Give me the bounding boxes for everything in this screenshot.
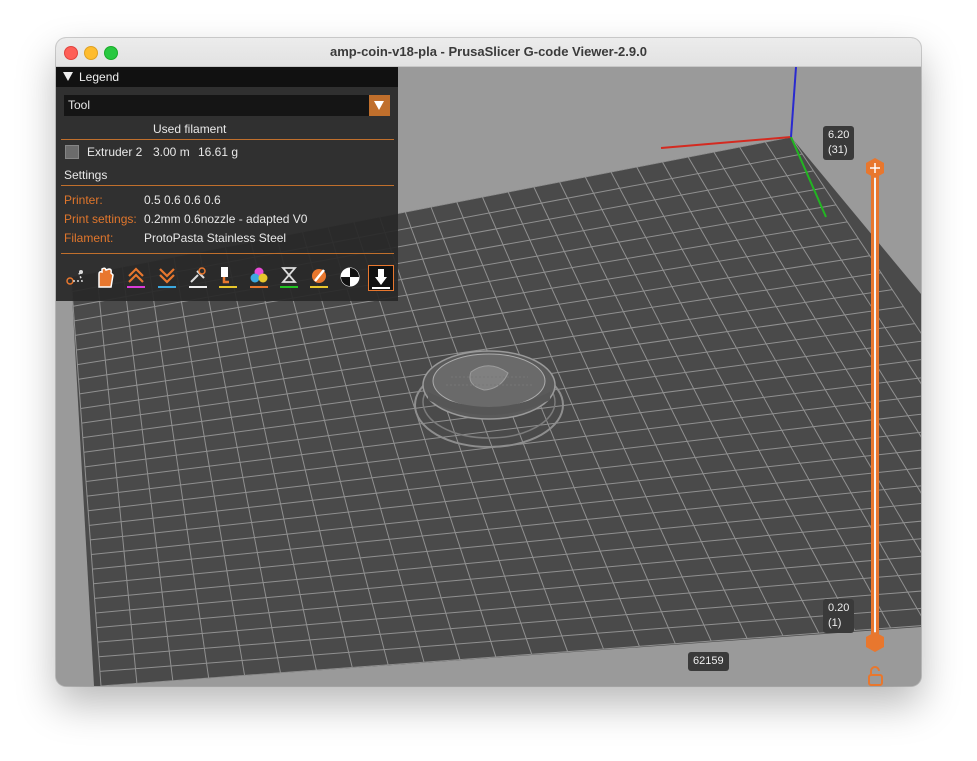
pause-prints-icon[interactable]	[277, 265, 301, 289]
title-bar: amp-coin-v18-pla - PrusaSlicer G-code Vi…	[56, 38, 921, 67]
shells-toggle-icon[interactable]	[93, 265, 117, 289]
color-changes-icon[interactable]	[247, 265, 271, 289]
filament-key: Filament:	[64, 231, 114, 245]
extruder-length: 3.00 m	[153, 145, 190, 159]
collapse-triangle-icon[interactable]	[63, 72, 73, 81]
legend-panel: Legend Tool Used filament Extruder 2 3.0…	[56, 67, 398, 301]
layer-bottom-height: 0.20	[828, 602, 850, 614]
travel-icon[interactable]	[64, 265, 88, 289]
layer-bottom-label: 0.20 (1)	[823, 599, 855, 633]
settings-title: Settings	[64, 168, 108, 182]
seams-icon[interactable]	[186, 265, 210, 289]
layer-top-number: (31)	[828, 144, 848, 156]
filament-value: ProtoPasta Stainless Steel	[144, 231, 287, 245]
layer-top-label: 6.20 (31)	[823, 126, 855, 160]
extruder-name: Extruder 2	[87, 145, 143, 159]
print-settings-key: Print settings:	[64, 212, 137, 226]
printer-value: 0.5 0.6 0.6 0.6	[144, 193, 221, 207]
layer-bottom-number: (1)	[828, 617, 842, 629]
layer-top-height: 6.20	[828, 129, 850, 141]
center-of-gravity-icon[interactable]	[338, 265, 362, 289]
tool-marker-icon[interactable]	[368, 265, 394, 291]
print-settings-value: 0.2mm 0.6nozzle - adapted V0	[144, 212, 308, 226]
view-type-select[interactable]: Tool	[64, 95, 390, 116]
view-type-value: Tool	[68, 98, 91, 112]
legend-title: Legend	[79, 70, 120, 84]
extruder-color-swatch	[65, 145, 79, 159]
divider	[61, 185, 394, 186]
retractions-icon[interactable]	[124, 265, 148, 289]
divider	[61, 139, 394, 140]
move-value: 62159	[693, 655, 724, 667]
extruder-weight: 16.61 g	[198, 145, 239, 159]
deretractions-icon[interactable]	[155, 265, 179, 289]
window-title: amp-coin-v18-pla - PrusaSlicer G-code Vi…	[330, 44, 647, 59]
app-window: amp-coin-v18-pla - PrusaSlicer G-code Vi…	[56, 38, 921, 686]
printer-key: Printer:	[64, 193, 103, 207]
chevron-down-icon[interactable]	[369, 95, 390, 116]
3d-viewport[interactable]: 6.20 (31) 0.20 (1) 62159 Legend Tool Use…	[56, 67, 921, 686]
divider	[61, 253, 394, 254]
tool-changes-icon[interactable]	[216, 265, 240, 289]
move-value-label: 62159	[688, 652, 729, 671]
custom-gcode-icon[interactable]	[307, 265, 331, 289]
used-filament-header: Used filament	[153, 122, 227, 136]
legend-header[interactable]: Legend	[56, 67, 398, 87]
